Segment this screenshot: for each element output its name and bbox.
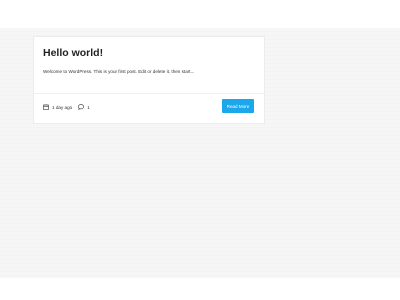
post-card: Hello world! Welcome to WordPress. This … [33, 36, 265, 124]
card-divider [34, 93, 264, 94]
comment-icon [78, 104, 84, 110]
post-title[interactable]: Hello world! [43, 47, 103, 59]
footer-area [0, 278, 400, 300]
comment-count[interactable]: 1 [87, 105, 90, 110]
post-date[interactable]: 1 day ago [52, 105, 72, 110]
read-more-button[interactable]: Read More [222, 99, 254, 113]
header-area [0, 0, 400, 28]
post-meta: 1 day ago 1 [43, 103, 90, 111]
calendar-icon [43, 104, 49, 110]
post-excerpt: Welcome to WordPress. This is your first… [43, 69, 195, 74]
